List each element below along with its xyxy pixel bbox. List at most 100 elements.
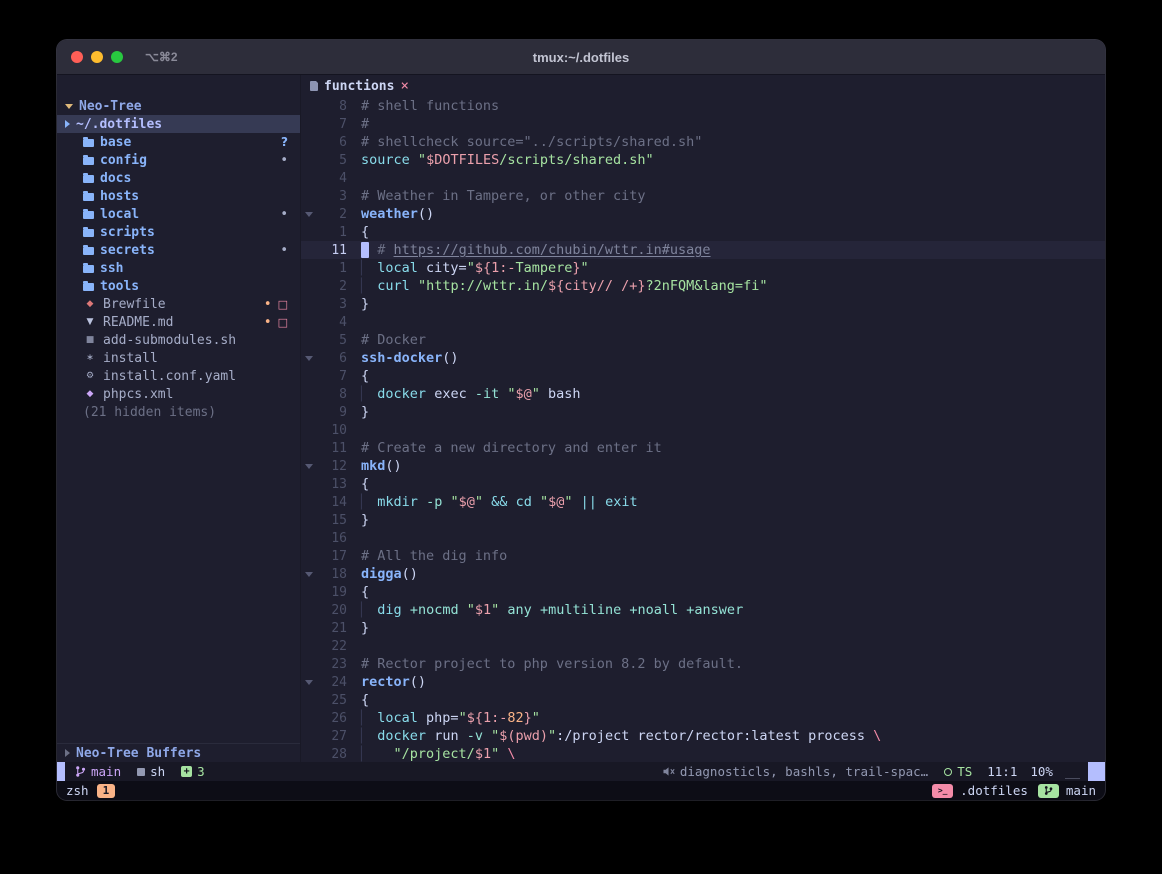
code-line[interactable]: 12mkd()	[301, 457, 1105, 475]
fold-icon[interactable]	[301, 356, 317, 361]
tree-item-phpcs.xml[interactable]: ◆phpcs.xml	[57, 385, 300, 403]
tmux-window-badge[interactable]: 1	[97, 784, 116, 798]
line-number: 26	[317, 711, 347, 726]
line-number: 11	[317, 243, 347, 258]
code-line[interactable]: 21}	[301, 619, 1105, 637]
code-line[interactable]: 2▏ curl "http://wttr.in/${city// /+}?2nF…	[301, 277, 1105, 295]
tree-item-docs[interactable]: docs	[57, 169, 300, 187]
git-status-badge: •	[280, 208, 288, 221]
tree-item-tools[interactable]: tools	[57, 277, 300, 295]
file-icon: ■	[83, 336, 97, 345]
code-line[interactable]: 16	[301, 529, 1105, 547]
fold-icon[interactable]	[301, 680, 317, 685]
code-line[interactable]: 11# Create a new directory and enter it	[301, 439, 1105, 457]
folder-icon	[83, 139, 94, 147]
code-line[interactable]: 1{	[301, 223, 1105, 241]
close-button[interactable]	[71, 51, 83, 63]
code-line[interactable]: 4	[301, 169, 1105, 187]
code-line[interactable]: 15}	[301, 511, 1105, 529]
code-line[interactable]: 8▏ docker exec -it "$@" bash	[301, 385, 1105, 403]
code-line[interactable]: 6# shellcheck source="../scripts/shared.…	[301, 133, 1105, 151]
line-text: {	[347, 368, 369, 384]
code-line[interactable]: 5source "$DOTFILES/scripts/shared.sh"	[301, 151, 1105, 169]
tree-item-local[interactable]: local•	[57, 205, 300, 223]
tree-item-base[interactable]: base?	[57, 133, 300, 151]
neo-tree-buffers-header[interactable]: Neo-Tree Buffers	[57, 743, 300, 762]
tree-item-config[interactable]: config•	[57, 151, 300, 169]
shell-icon	[137, 768, 145, 776]
terminal-window: ⌥⌘2 tmux:~/.dotfiles Neo-Tree ~/.dotfile…	[57, 40, 1105, 800]
tree-item-ssh[interactable]: ssh	[57, 259, 300, 277]
code-line[interactable]: 1▏ local city="${1:-Tampere}"	[301, 259, 1105, 277]
file-icon: ▼	[83, 318, 97, 327]
folder-icon	[83, 175, 94, 183]
tab-functions[interactable]: functions ×	[310, 79, 409, 94]
folder-open-icon	[65, 120, 70, 128]
code-line[interactable]: 24rector()	[301, 673, 1105, 691]
code-line[interactable]: 18digga()	[301, 565, 1105, 583]
code-line[interactable]: 5# Docker	[301, 331, 1105, 349]
code-line[interactable]: 27▏ docker run -v "$(pwd)":/project rect…	[301, 727, 1105, 745]
tmux-session-name: zsh	[66, 783, 89, 798]
tree-item-secrets[interactable]: secrets•	[57, 241, 300, 259]
chevron-right-icon	[65, 749, 70, 757]
line-text: # Docker	[347, 332, 426, 348]
statusline: main sh + 3 diagnosticls, bashls, trail-…	[57, 762, 1105, 781]
code-line[interactable]: 3}	[301, 295, 1105, 313]
code-line[interactable]: 13{	[301, 475, 1105, 493]
code-line[interactable]: 14▏ mkdir -p "$@" && cd "$@" || exit	[301, 493, 1105, 511]
tree-root[interactable]: ~/.dotfiles	[57, 115, 300, 133]
line-number: 6	[317, 351, 347, 366]
tree-item-README.md[interactable]: ▼README.md•□	[57, 313, 300, 331]
tree-item-install.conf.yaml[interactable]: ⚙install.conf.yaml	[57, 367, 300, 385]
minimize-button[interactable]	[91, 51, 103, 63]
tree-item-scripts[interactable]: scripts	[57, 223, 300, 241]
zoom-button[interactable]	[111, 51, 123, 63]
code-line[interactable]: 22	[301, 637, 1105, 655]
code-line[interactable]: 28▏ "/project/$1" \	[301, 745, 1105, 762]
line-text: }	[347, 404, 369, 420]
code-line[interactable]: 23# Rector project to php version 8.2 by…	[301, 655, 1105, 673]
line-text: ssh-docker()	[347, 350, 459, 366]
statusline-right-cap	[1088, 762, 1105, 781]
tree-item-add-submodules.sh[interactable]: ■add-submodules.sh	[57, 331, 300, 349]
code-line[interactable]: 19{	[301, 583, 1105, 601]
code-line[interactable]: 11 # https://github.com/chubin/wttr.in#u…	[301, 241, 1105, 259]
scroll-percent: 10%	[1030, 764, 1053, 779]
chevron-down-icon	[65, 104, 73, 109]
tree-item-Brewfile[interactable]: ◆Brewfile•□	[57, 295, 300, 313]
code-line[interactable]: 6ssh-docker()	[301, 349, 1105, 367]
filetype-segment: sh	[137, 764, 165, 779]
code-line[interactable]: 8# shell functions	[301, 97, 1105, 115]
line-number: 3	[317, 297, 347, 312]
code-line[interactable]: 10	[301, 421, 1105, 439]
folder-icon	[83, 247, 94, 255]
code-line[interactable]: 9}	[301, 403, 1105, 421]
lsp-clients-segment: diagnosticls, bashls, trail-spac…	[663, 764, 928, 779]
close-tab-icon[interactable]: ×	[400, 79, 408, 93]
code-line[interactable]: 7{	[301, 367, 1105, 385]
tree-item-hosts[interactable]: hosts	[57, 187, 300, 205]
code-line[interactable]: 3# Weather in Tampere, or other city	[301, 187, 1105, 205]
code-line[interactable]: 25{	[301, 691, 1105, 709]
line-number: 23	[317, 657, 347, 672]
fold-icon[interactable]	[301, 464, 317, 469]
code-line[interactable]: 4	[301, 313, 1105, 331]
code-line[interactable]: 2weather()	[301, 205, 1105, 223]
git-status-badge: •	[280, 154, 288, 167]
line-number: 4	[317, 315, 347, 330]
diff-added-segment: + 3	[181, 764, 205, 779]
folder-icon	[83, 211, 94, 219]
tree-item-install[interactable]: ∗install	[57, 349, 300, 367]
code-line[interactable]: 26▏ local php="${1:-82}"	[301, 709, 1105, 727]
line-text: ▏ docker exec -it "$@" bash	[347, 386, 581, 402]
treesitter-segment: TS	[944, 764, 972, 779]
code-line[interactable]: 7#	[301, 115, 1105, 133]
code-line[interactable]: 20▏ dig +nocmd "$1" any +multiline +noal…	[301, 601, 1105, 619]
tree-item-label: hosts	[100, 189, 139, 204]
code-line[interactable]: 17# All the dig info	[301, 547, 1105, 565]
fold-icon[interactable]	[301, 212, 317, 217]
line-number: 10	[317, 423, 347, 438]
fold-icon[interactable]	[301, 572, 317, 577]
mode-indicator	[57, 762, 65, 781]
